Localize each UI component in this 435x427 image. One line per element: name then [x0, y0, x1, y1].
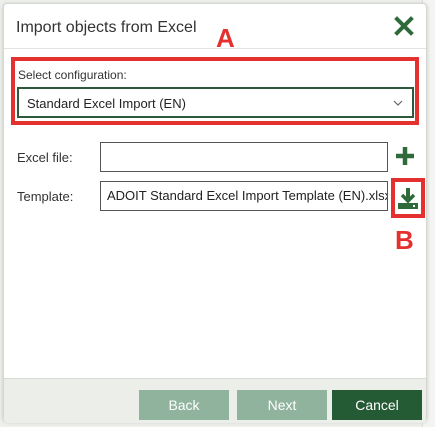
- configuration-select-value: Standard Excel Import (EN): [27, 96, 186, 111]
- download-icon: [398, 188, 418, 209]
- cancel-button[interactable]: Cancel: [332, 390, 422, 420]
- template-input[interactable]: ADOIT Standard Excel Import Template (EN…: [100, 181, 388, 211]
- header-divider: [4, 48, 426, 49]
- configuration-select[interactable]: Standard Excel Import (EN): [17, 87, 414, 118]
- excel-file-label: Excel file:: [17, 150, 73, 165]
- download-template-button[interactable]: [397, 186, 419, 210]
- add-file-button[interactable]: [394, 145, 416, 167]
- next-button[interactable]: Next: [237, 390, 327, 420]
- annotation-a-label: A: [216, 23, 235, 53]
- template-label: Template:: [17, 189, 74, 204]
- close-button[interactable]: [394, 16, 414, 36]
- dialog-title: Import objects from Excel: [16, 19, 197, 36]
- plus-icon: [396, 147, 414, 165]
- close-x-icon: [394, 16, 414, 36]
- annotation-b-label: B: [395, 225, 414, 255]
- import-dialog: Import objects from Excel A Select confi…: [3, 3, 427, 423]
- back-button[interactable]: Back: [139, 390, 229, 420]
- config-label: Select configuration:: [18, 68, 127, 82]
- chevron-down-icon: [393, 100, 403, 106]
- excel-file-input[interactable]: [100, 142, 388, 172]
